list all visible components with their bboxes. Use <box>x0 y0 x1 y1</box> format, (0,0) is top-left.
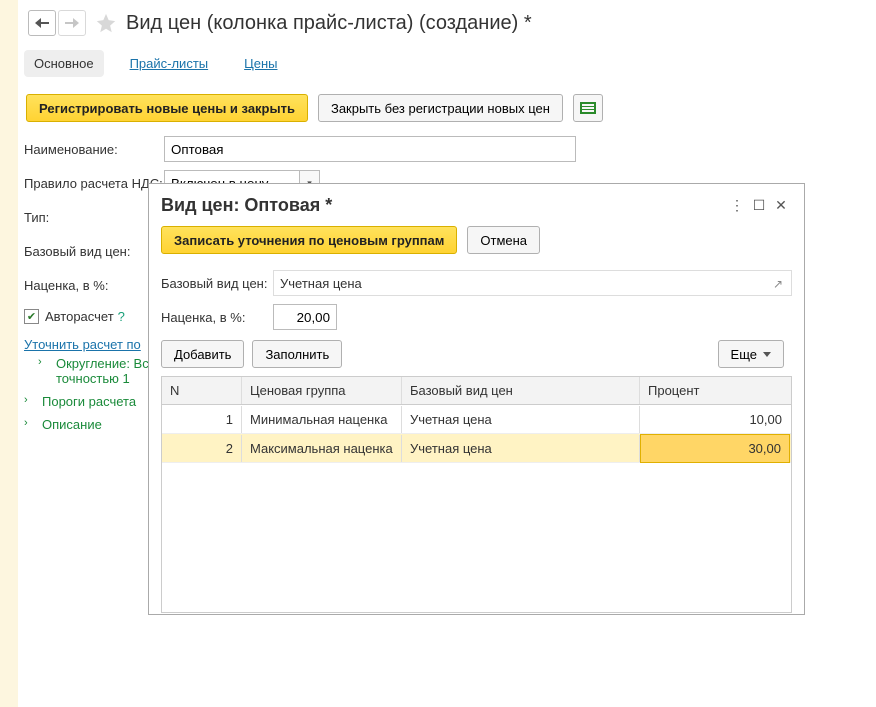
percent-cell-editing[interactable]: 30,00 <box>640 434 790 463</box>
tab-main[interactable]: Основное <box>24 50 104 77</box>
dialog-close-icon[interactable]: ✕ <box>770 194 792 216</box>
col-group[interactable]: Ценовая группа <box>242 377 402 404</box>
favorite-star-icon[interactable] <box>94 11 118 35</box>
chevron-right-icon: › <box>24 394 38 406</box>
dialog-base-label: Базовый вид цен: <box>161 276 273 291</box>
autocalc-checkbox[interactable]: ✔ <box>24 309 39 324</box>
more-actions-button[interactable]: Еще <box>718 340 784 368</box>
dialog-markup-input[interactable] <box>273 304 337 330</box>
dialog-cancel-button[interactable]: Отмена <box>467 226 540 254</box>
report-icon-button[interactable] <box>573 94 603 122</box>
help-icon[interactable]: ? <box>118 309 125 324</box>
tab-price-lists[interactable]: Прайс-листы <box>120 50 219 77</box>
dialog-title: Вид цен: Оптовая * <box>161 195 726 216</box>
refine-link[interactable]: Уточнить расчет по <box>24 337 141 352</box>
table-row[interactable]: 2 Максимальная наценка Учетная цена 30,0… <box>162 434 791 463</box>
fill-button[interactable]: Заполнить <box>252 340 342 368</box>
dialog-save-button[interactable]: Записать уточнения по ценовым группам <box>161 226 457 254</box>
chevron-right-icon: › <box>24 417 38 429</box>
price-groups-grid: N Ценовая группа Базовый вид цен Процент… <box>161 376 792 613</box>
close-no-register-button[interactable]: Закрыть без регистрации новых цен <box>318 94 563 122</box>
type-label: Тип: <box>24 210 164 225</box>
autocalc-label: Авторасчет <box>45 309 114 324</box>
col-n[interactable]: N <box>162 377 242 404</box>
table-row[interactable]: 1 Минимальная наценка Учетная цена 10,00 <box>162 405 791 434</box>
add-row-button[interactable]: Добавить <box>161 340 244 368</box>
page-title: Вид цен (колонка прайс-листа) (создание)… <box>126 12 532 35</box>
vat-label: Правило расчета НДС: <box>24 176 164 191</box>
base-label: Базовый вид цен: <box>24 244 164 259</box>
price-groups-dialog: Вид цен: Оптовая * ⋮ ☐ ✕ Записать уточне… <box>148 183 805 615</box>
col-percent[interactable]: Процент <box>640 377 790 404</box>
name-input[interactable] <box>164 136 576 162</box>
tab-prices[interactable]: Цены <box>234 50 287 77</box>
nav-back-button[interactable] <box>28 10 56 36</box>
name-label: Наименование: <box>24 142 164 157</box>
dialog-markup-label: Наценка, в %: <box>161 310 273 325</box>
markup-label: Наценка, в %: <box>24 278 164 293</box>
col-base[interactable]: Базовый вид цен <box>402 377 640 404</box>
dialog-more-icon[interactable]: ⋮ <box>726 194 748 216</box>
nav-forward-button[interactable] <box>58 10 86 36</box>
register-prices-button[interactable]: Регистрировать новые цены и закрыть <box>26 94 308 122</box>
dialog-base-value[interactable]: Учетная цена ↗ <box>273 270 792 296</box>
dialog-maximize-icon[interactable]: ☐ <box>748 194 770 216</box>
open-reference-icon[interactable]: ↗ <box>769 275 787 293</box>
report-icon <box>580 102 596 114</box>
chevron-right-icon: › <box>38 356 52 368</box>
